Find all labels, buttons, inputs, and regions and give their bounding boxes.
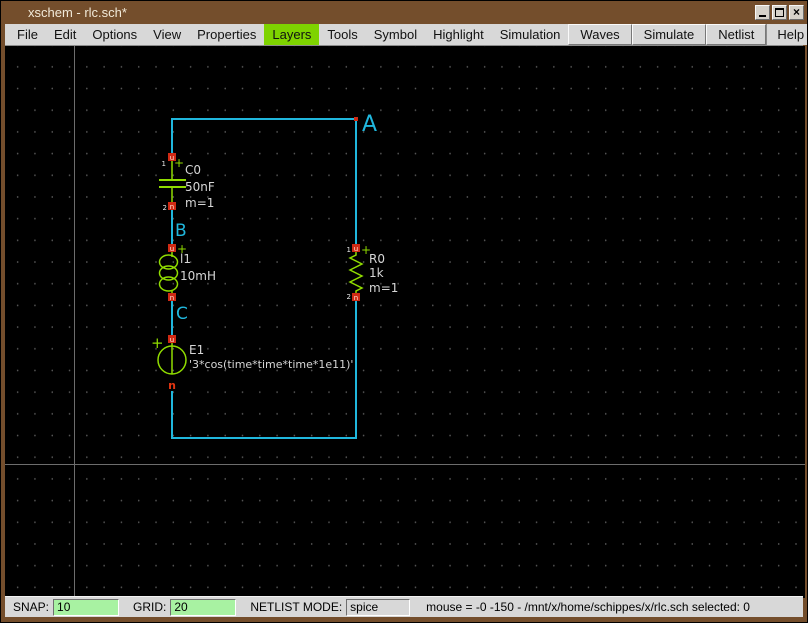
menu-view[interactable]: View [145,24,189,45]
capacitor-mult: m=1 [185,196,214,210]
vsource-e1[interactable]: u + n E1 '3*cos(time*time*time*1e11)' [151,334,353,392]
menu-symbol[interactable]: Symbol [366,24,425,45]
close-icon: × [792,5,800,19]
inductor-coil-1 [158,254,179,270]
vsource-value: '3*cos(time*time*time*1e11)' [189,358,353,371]
window-controls: × [755,5,804,20]
vsource-pin-bottom-name: n [168,379,176,392]
menu-simulation[interactable]: Simulation [492,24,569,45]
resistor-zigzag [348,252,364,293]
node-label-c[interactable]: C [176,304,188,324]
vsource-plus-sign: + [151,334,164,352]
capacitor-pin-bottom-name: n [170,203,174,211]
grid-input[interactable] [170,598,237,616]
capacitor-c0[interactable]: u n 1 2 + C0 50nF m=1 [159,153,215,212]
node-label-a[interactable]: A [362,112,377,137]
schematic-drawing: A B C u n 1 2 + C0 50nF m=1 u n + l1 10m… [151,112,399,439]
capacitor-pin1-number: 1 [162,160,166,168]
inductor-value: 10mH [180,269,216,283]
inductor-l1[interactable]: u n + l1 10mH [158,242,216,302]
titlebar[interactable]: xschem - rlc.sch* × [1,1,807,24]
grid-label: GRID: [133,600,167,614]
inductor-ref: l1 [180,252,191,266]
resistor-r0[interactable]: u n 1 2 + R0 1k m=1 [347,243,399,302]
inductor-pin-top-name: u [170,245,174,253]
xschem-window: xschem - rlc.sch* × File Edit Options Vi… [0,0,808,623]
snap-label: SNAP: [13,600,50,614]
vsource-pin-top-name: u [170,336,174,344]
capacitor-plus-sign: + [174,156,184,170]
schematic-canvas[interactable]: A B C u n 1 2 + C0 50nF m=1 u n + l1 10m… [5,46,805,598]
menubar: File Edit Options View Properties Layers… [5,24,807,46]
menu-file[interactable]: File [9,24,46,45]
menu-highlight[interactable]: Highlight [425,24,492,45]
menu-options[interactable]: Options [84,24,145,45]
maximize-icon [775,8,784,17]
resistor-ref: R0 [369,252,385,266]
snap-input[interactable] [53,598,120,616]
simulate-button[interactable]: Simulate [631,24,707,45]
menu-layers[interactable]: Layers [264,24,320,45]
maximize-button[interactable] [772,5,787,20]
wire-end-marker [354,117,358,121]
help-button[interactable]: Help [766,24,807,45]
netlist-mode-label: NETLIST MODE: [250,600,343,614]
capacitor-value: 50nF [185,180,215,194]
vsource-ref: E1 [189,343,204,357]
netlist-mode-input[interactable] [346,598,411,616]
window-title: xschem - rlc.sch* [28,5,127,20]
inductor-coil-2 [158,265,179,281]
waves-button[interactable]: Waves [568,24,632,45]
minimize-icon [759,15,766,17]
minimize-button[interactable] [755,5,770,20]
resistor-pin2-number: 2 [347,293,351,301]
resistor-pin-top-name: u [354,245,358,253]
menu-edit[interactable]: Edit [46,24,84,45]
resistor-pin1-number: 1 [347,246,351,254]
inductor-pin-bottom-name: n [170,294,174,302]
menu-tools[interactable]: Tools [319,24,365,45]
statusbar: SNAP: GRID: NETLIST MODE: mouse = -0 -15… [5,596,803,617]
resistor-mult: m=1 [369,281,398,295]
close-button[interactable]: × [789,5,804,20]
netlist-button[interactable]: Netlist [706,24,767,45]
statusbar-info: mouse = -0 -150 - /mnt/x/home/schippes/x… [426,600,750,614]
resistor-pin-bottom-name: n [354,294,358,302]
inductor-coil-3 [158,276,179,292]
capacitor-ref: C0 [185,163,201,177]
menu-properties[interactable]: Properties [189,24,264,45]
capacitor-pin2-number: 2 [163,204,167,212]
node-label-b[interactable]: B [175,221,187,241]
resistor-value: 1k [369,266,384,280]
